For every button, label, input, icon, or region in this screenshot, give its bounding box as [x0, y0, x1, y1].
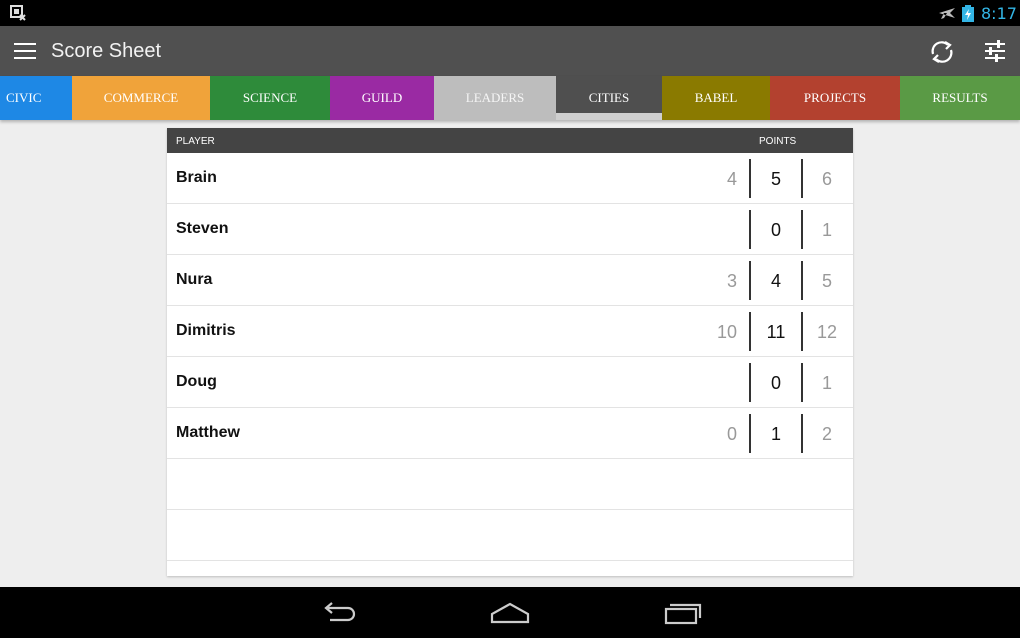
- tab-babel[interactable]: BABEL: [662, 76, 770, 120]
- current-points[interactable]: 5: [750, 169, 802, 190]
- table-row: Brain 4 5 6: [167, 153, 853, 204]
- score-card: PLAYER POINTS Brain 4 5 6 Steven 0 1 Nura 3 4 5 Dim…: [167, 128, 853, 576]
- player-name: Nura: [176, 271, 213, 288]
- battery-charging-icon: [962, 5, 974, 22]
- increase-points-value[interactable]: 12: [802, 322, 852, 343]
- tab-label: BABEL: [694, 90, 738, 105]
- table-row: Nura 3 4 5: [167, 255, 853, 306]
- empty-row: [167, 510, 853, 561]
- current-points[interactable]: 4: [750, 271, 802, 292]
- decrease-points-value[interactable]: 3: [697, 271, 737, 292]
- empty-row: [167, 459, 853, 510]
- player-name: Matthew: [176, 424, 240, 441]
- tab-cities[interactable]: CITIES: [556, 76, 662, 120]
- tab-civic[interactable]: CIVIC: [0, 76, 72, 120]
- current-points[interactable]: 11: [750, 322, 802, 343]
- sliders-settings-icon[interactable]: [984, 40, 1006, 62]
- page-title: Score Sheet: [51, 40, 162, 62]
- airplane-mode-icon: [939, 8, 955, 19]
- decrease-points-value[interactable]: 10: [697, 322, 737, 343]
- recent-apps-icon[interactable]: [663, 600, 703, 626]
- table-row: Dimitris 10 11 12: [167, 306, 853, 357]
- column-header-player: PLAYER: [176, 136, 215, 147]
- tab-leaders[interactable]: LEADERS: [434, 76, 556, 120]
- tab-label: GUILD: [361, 90, 403, 105]
- player-name: Brain: [176, 169, 217, 186]
- tab-label: COMMERCE: [103, 90, 179, 105]
- tab-guild[interactable]: GUILD: [330, 76, 434, 120]
- tab-results[interactable]: RESULTS: [900, 76, 1020, 120]
- current-points[interactable]: 0: [750, 373, 802, 394]
- tab-label: PROJECTS: [803, 90, 867, 105]
- player-name: Steven: [176, 220, 229, 237]
- tab-commerce[interactable]: COMMERCE: [72, 76, 210, 120]
- tab-label: SCIENCE: [242, 90, 298, 105]
- tab-label: RESULTS: [932, 90, 988, 105]
- increase-points-value[interactable]: 1: [802, 373, 852, 394]
- decrease-points-value[interactable]: 4: [697, 169, 737, 190]
- column-header-points: POINTS: [759, 136, 797, 147]
- increase-points-value[interactable]: 1: [802, 220, 852, 241]
- back-icon[interactable]: [318, 600, 358, 626]
- table-row: Matthew 0 1 2: [167, 408, 853, 459]
- tab-label: LEADERS: [465, 90, 525, 105]
- navigation-bar: [0, 587, 1020, 638]
- current-points[interactable]: 0: [750, 220, 802, 241]
- hamburger-menu-icon[interactable]: [14, 43, 36, 59]
- current-points[interactable]: 1: [750, 424, 802, 445]
- player-name: Dimitris: [176, 322, 236, 339]
- tab-science[interactable]: SCIENCE: [210, 76, 330, 120]
- table-row: Doug 0 1: [167, 357, 853, 408]
- increase-points-value[interactable]: 2: [802, 424, 852, 445]
- increase-points-value[interactable]: 6: [802, 169, 852, 190]
- tab-label: CIVIC: [6, 90, 42, 105]
- category-tabs: CIVIC COMMERCE SCIENCE GUILD LEADERS CITIES BA…: [0, 76, 1020, 120]
- status-bar: 8:17: [0, 0, 1020, 26]
- tab-label: CITIES: [588, 90, 630, 105]
- table-header: PLAYER POINTS: [167, 128, 853, 153]
- sync-icon[interactable]: [928, 38, 956, 66]
- increase-points-value[interactable]: 5: [802, 271, 852, 292]
- player-list: Brain 4 5 6 Steven 0 1 Nura 3 4 5 Dimitris 10 11 12 Dou…: [167, 153, 853, 459]
- app-root: 8:17 Score Sheet CIVIC COMMERCE SCIENCE GUI…: [0, 0, 1020, 638]
- tab-projects[interactable]: PROJECTS: [770, 76, 900, 120]
- status-clock: 8:17: [981, 4, 1017, 23]
- action-bar: Score Sheet: [0, 26, 1020, 76]
- table-row: Steven 0 1: [167, 204, 853, 255]
- home-icon[interactable]: [490, 600, 530, 626]
- screenshot-notification-icon: [10, 5, 26, 21]
- player-name: Doug: [176, 373, 217, 390]
- decrease-points-value[interactable]: 0: [697, 424, 737, 445]
